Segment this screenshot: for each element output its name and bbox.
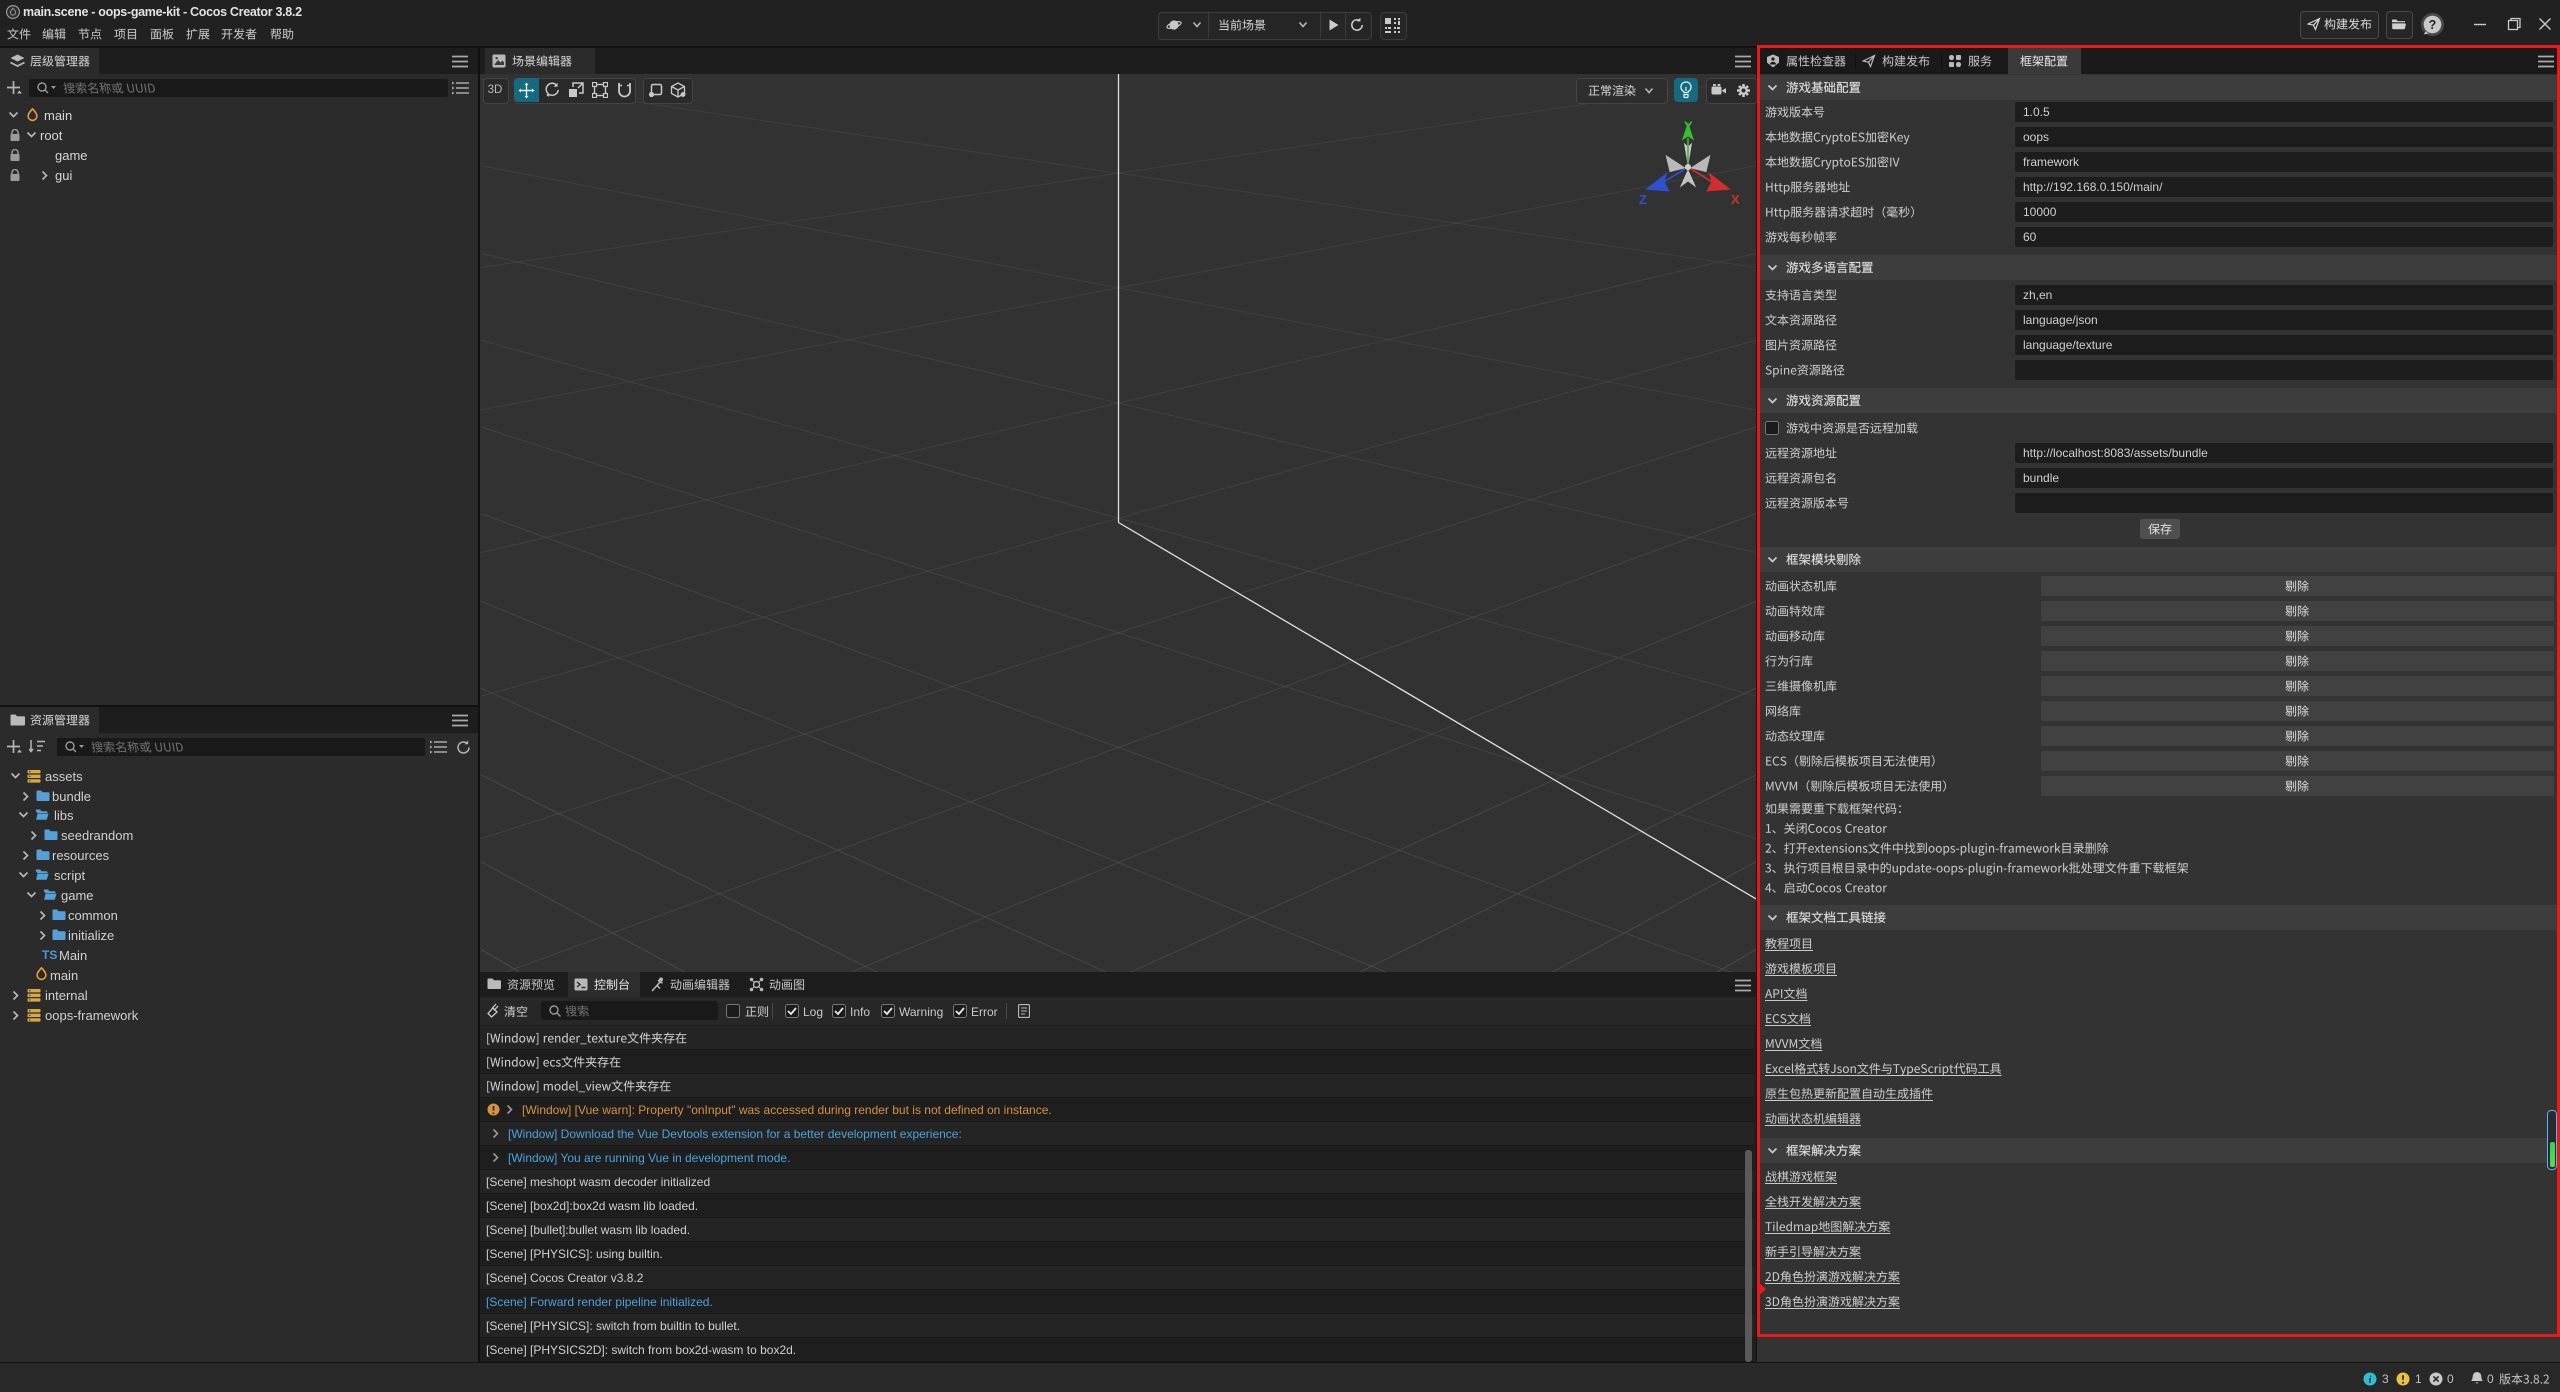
svg-text:Y: Y [1684, 118, 1693, 133]
svg-text:?: ? [2429, 18, 2437, 32]
svg-text:Z: Z [1639, 192, 1647, 207]
svg-text:X: X [1731, 192, 1739, 207]
svg-text:i: i [2369, 1375, 2372, 1386]
